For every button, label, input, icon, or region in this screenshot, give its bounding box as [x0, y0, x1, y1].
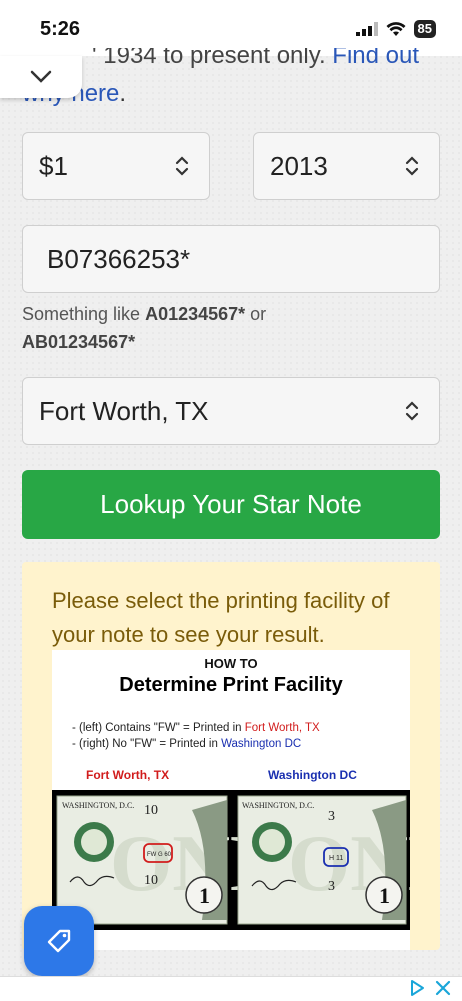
denomination-value: $1: [39, 150, 68, 181]
note-left-number: 10: [144, 803, 158, 818]
note-right-plate: H 11: [329, 855, 343, 862]
hint-prefix: Something like: [22, 304, 146, 324]
note-right-number-bottom: 3: [328, 879, 335, 894]
notice-message: Please select the printing facility of y…: [52, 588, 390, 647]
signal-icon: [355, 22, 378, 36]
note-left-plate: FW G 60: [147, 852, 172, 858]
close-icon[interactable]: [434, 979, 452, 997]
dollar-bills-illustration: ONE 1 WASHINGTON, D.C. 10 10 FW G 60 ONE: [56, 795, 410, 925]
graphic-line2: - (right) No "FW" = Printed in: [72, 738, 222, 750]
graphic-line1-place: Fort Worth, TX: [244, 722, 320, 734]
graphic-how-to: HOW TO: [204, 656, 258, 671]
svg-text:1: 1: [379, 883, 390, 908]
status-time: 5:26: [40, 18, 81, 40]
updown-chevron-icon: [397, 400, 427, 422]
facility-value: Fort Worth, TX: [39, 395, 209, 426]
intro-line2-suffix: .: [119, 80, 127, 107]
intro-text: ' 1934 to present only. Find out why her…: [22, 48, 442, 108]
adchoices-icon[interactable]: [408, 979, 426, 997]
collapse-toggle[interactable]: [0, 56, 82, 98]
wifi-icon: [386, 21, 406, 36]
note-left-number-bottom: 10: [144, 873, 158, 888]
hint-example-2: AB01234567*: [22, 332, 136, 352]
intro-line1-text: ' 1934 to present only.: [92, 48, 333, 69]
graphic-explanation: - (left) Contains "FW" = Printed in Fort…: [72, 720, 320, 752]
graphic-title: Determine Print Facility: [119, 674, 343, 696]
print-facility-graphic: HOW TO Determine Print Facility - (left)…: [52, 650, 410, 950]
denomination-select[interactable]: $1: [22, 132, 210, 200]
year-select[interactable]: 2013: [253, 132, 440, 200]
note-right-city: WASHINGTON, D.C.: [242, 801, 314, 810]
ad-controls: [408, 979, 452, 997]
year-value: 2013: [270, 150, 328, 181]
hint-or: or: [245, 304, 267, 324]
notice-box: Please select the printing facility of y…: [22, 562, 440, 950]
graphic-line2-place: Washington DC: [221, 738, 302, 750]
floating-tag-button[interactable]: [24, 906, 94, 976]
tag-icon: [47, 929, 71, 953]
label-washington: Washington DC: [268, 768, 357, 782]
find-out-link[interactable]: Find out: [332, 48, 419, 69]
status-icons: 85: [355, 20, 436, 38]
note-right-number: 3: [328, 809, 335, 824]
facility-select[interactable]: Fort Worth, TX: [22, 377, 440, 445]
battery-indicator: 85: [413, 20, 436, 38]
updown-chevron-icon: [167, 155, 197, 177]
hint-example-1: A01234567*: [145, 304, 246, 324]
serial-number-input[interactable]: B07366253*: [22, 225, 440, 293]
chevron-down-icon: [30, 70, 52, 83]
lookup-star-note-button[interactable]: Lookup Your Star Note: [22, 470, 440, 539]
svg-text:1: 1: [199, 883, 210, 908]
ad-banner: [0, 976, 462, 1001]
label-fort-worth: Fort Worth, TX: [86, 768, 170, 782]
updown-chevron-icon: [397, 155, 427, 177]
serial-number-value: B07366253*: [47, 243, 191, 274]
serial-hint: Something like A01234567* or AB01234567*: [22, 300, 442, 356]
dollar-notes-comparison: ONE 1 WASHINGTON, D.C. 10 10 FW G 60 ONE: [52, 790, 410, 930]
graphic-line1: - (left) Contains "FW" = Printed in: [72, 722, 245, 734]
note-left-city: WASHINGTON, D.C.: [62, 801, 134, 810]
